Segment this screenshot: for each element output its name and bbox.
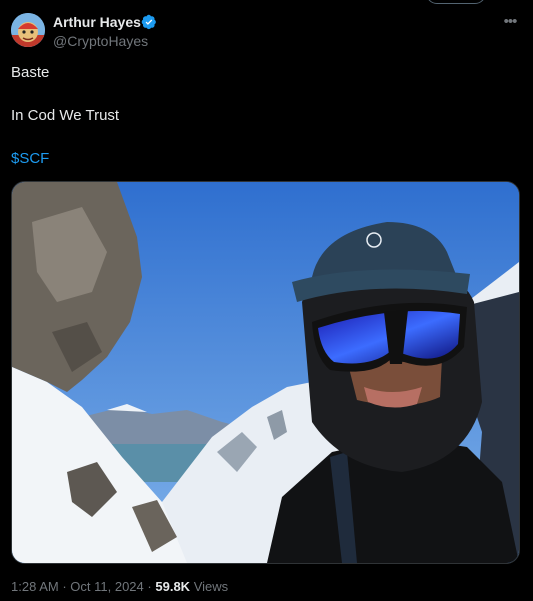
tweet-time[interactable]: 1:28 AM — [11, 579, 59, 594]
follow-button-edge[interactable] — [426, 0, 486, 4]
views-count: 59.8K — [155, 579, 191, 594]
author-handle[interactable]: @CryptoHayes — [53, 33, 148, 49]
cashtag-link[interactable]: $SCF — [11, 150, 49, 168]
tweet-meta: 1:28 AM · Oct 11, 2024 · 59.8K Views — [11, 579, 228, 595]
meta-separator: · — [62, 579, 67, 594]
avatar[interactable] — [11, 13, 45, 47]
verified-badge-icon — [141, 14, 156, 30]
tweet-text-line-1: Baste — [11, 64, 50, 81]
tweet-photo[interactable] — [11, 181, 520, 564]
tweet-date[interactable]: Oct 11, 2024 — [70, 579, 143, 594]
tweet-text-line-2: In Cod We Trust — [11, 107, 120, 124]
selfie-photo — [12, 182, 519, 563]
author-name[interactable]: Arthur Hayes — [53, 14, 141, 30]
more-dots-icon[interactable]: ••• — [500, 12, 520, 32]
meta-separator-2: · — [147, 579, 152, 594]
avatar-image — [11, 13, 45, 47]
views-label: Views — [193, 579, 229, 594]
